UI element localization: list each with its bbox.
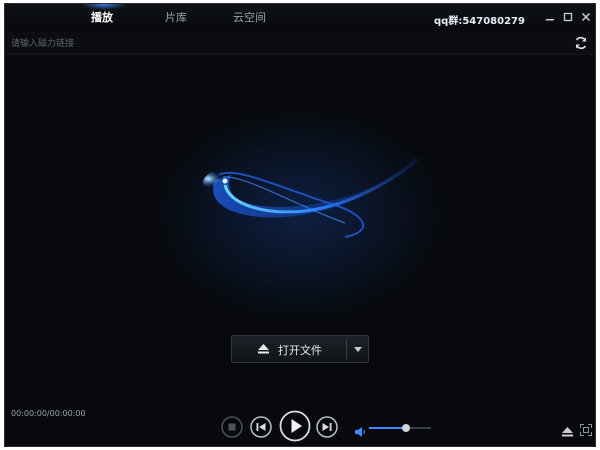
volume-slider-fill (369, 427, 407, 429)
player-window: 播放 片库 云空间 qq群:547080279 请输入磁力链接 打开文件 00:… (4, 3, 596, 447)
volume-slider-handle[interactable] (402, 424, 411, 432)
tab-cloud-space[interactable]: 云空间 (233, 9, 266, 25)
previous-icon (250, 416, 272, 438)
open-file-dropdown-button[interactable] (347, 336, 369, 362)
fullscreen-icon (580, 424, 592, 436)
tab-library[interactable]: 片库 (165, 9, 187, 25)
qq-group-label: qq群:547080279 (434, 16, 525, 27)
tab-play[interactable]: 播放 (91, 9, 113, 25)
video-area[interactable]: 打开文件 (5, 55, 595, 400)
eject-icon (258, 344, 269, 354)
stop-button[interactable] (221, 416, 243, 442)
minimize-icon (546, 19, 554, 21)
mute-button[interactable] (355, 422, 366, 441)
volume-slider[interactable] (369, 424, 431, 432)
stop-icon (221, 416, 243, 438)
magnet-link-input[interactable] (9, 35, 553, 52)
maximize-icon (563, 12, 573, 22)
open-file-button[interactable]: 打开文件 (232, 336, 346, 362)
magnet-link-bar (5, 32, 595, 55)
maximize-button[interactable] (561, 10, 575, 24)
close-button[interactable] (579, 10, 593, 24)
minimize-button[interactable] (543, 10, 557, 24)
open-file-control: 打开文件 (231, 335, 369, 363)
volume-icon (355, 427, 365, 437)
chevron-down-icon (354, 347, 362, 352)
title-bar: 播放 片库 云空间 qq群:547080279 (5, 4, 595, 32)
playback-time: 00:00:00/00:00:00 (11, 409, 86, 418)
next-button[interactable] (316, 416, 338, 442)
eject-button[interactable] (562, 422, 573, 441)
refresh-icon (575, 36, 587, 50)
player-logo (203, 157, 421, 238)
next-icon (316, 416, 338, 438)
eject-icon (562, 427, 573, 437)
play-button[interactable] (279, 410, 311, 446)
fullscreen-button[interactable] (580, 421, 592, 440)
close-icon (581, 12, 591, 22)
refresh-button[interactable] (573, 35, 589, 51)
play-icon (279, 410, 311, 442)
open-file-label: 打开文件 (278, 344, 322, 357)
previous-button[interactable] (250, 416, 272, 442)
